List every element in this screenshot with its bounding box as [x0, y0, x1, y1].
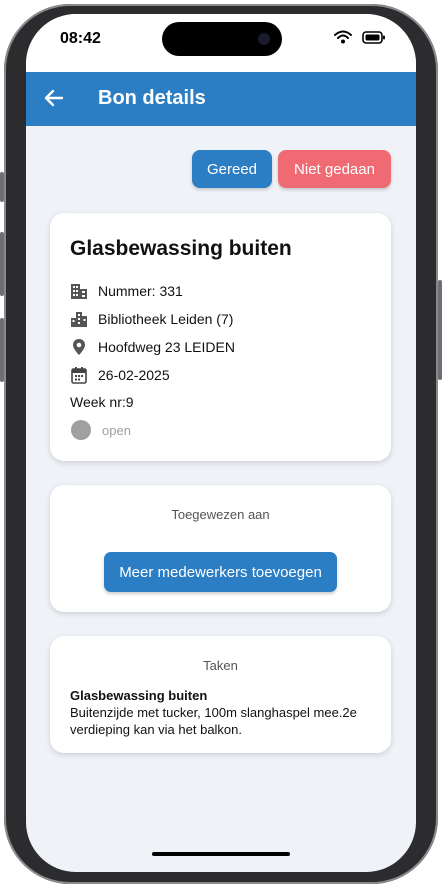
add-workers-button[interactable]: Meer medewerkers toevoegen [104, 552, 337, 592]
wifi-icon [334, 30, 352, 44]
status-bar: 08:42 [26, 14, 416, 72]
week-number: Week nr:9 [70, 394, 134, 410]
location-name: Bibliotheek Leiden (7) [98, 311, 234, 327]
task-description: Buitenzijde met tucker, 100m slanghaspel… [70, 705, 357, 737]
status-row: open [70, 419, 131, 441]
home-indicator[interactable] [152, 852, 290, 856]
camera-icon [258, 33, 270, 45]
tasks-card: Taken Glasbewassing buiten Buitenzijde m… [50, 636, 391, 753]
date-row: 26-02-2025 [70, 366, 170, 384]
app-bar: Bon details [26, 72, 416, 126]
tasks-heading: Taken [203, 658, 238, 673]
assigned-heading: Toegewezen aan [171, 507, 270, 522]
date: 26-02-2025 [98, 367, 170, 383]
done-button[interactable]: Gereed [192, 150, 272, 188]
job-number: Nummer: 331 [98, 283, 183, 299]
status-icons [334, 30, 386, 44]
address: Hoofdweg 23 LEIDEN [98, 339, 235, 355]
phone-side-button [438, 280, 442, 380]
task-name: Glasbewassing buiten [70, 688, 208, 703]
page-title: Bon details [98, 87, 206, 109]
number-row: Nummer: 331 [70, 282, 183, 300]
address-row: Hoofdweg 23 LEIDEN [70, 338, 235, 356]
job-title: Glasbewassing buiten [70, 237, 292, 260]
status-time: 08:42 [60, 30, 101, 47]
detail-card: Glasbewassing buiten Nummer: 331 Bibliot… [50, 213, 391, 461]
phone-side-button [0, 232, 4, 296]
location-row: Bibliotheek Leiden (7) [70, 310, 233, 328]
week-row: Week nr:9 [70, 394, 134, 410]
status-dot-icon [71, 420, 91, 440]
phone-side-button [0, 318, 4, 382]
dynamic-island [162, 22, 282, 56]
phone-side-button [0, 172, 4, 202]
status-label: open [102, 422, 131, 438]
calendar-icon [71, 367, 87, 384]
assigned-card: Toegewezen aan Meer medewerkers toevoege… [50, 485, 391, 612]
screen: 08:42 Bon details Gereed Niet gedaan Gla… [26, 14, 416, 872]
not-done-button[interactable]: Niet gedaan [278, 150, 391, 188]
battery-icon [362, 30, 385, 44]
location-pin-icon [73, 339, 85, 355]
back-arrow-icon[interactable] [42, 86, 66, 110]
city-icon [71, 312, 87, 327]
building-icon [71, 284, 87, 299]
